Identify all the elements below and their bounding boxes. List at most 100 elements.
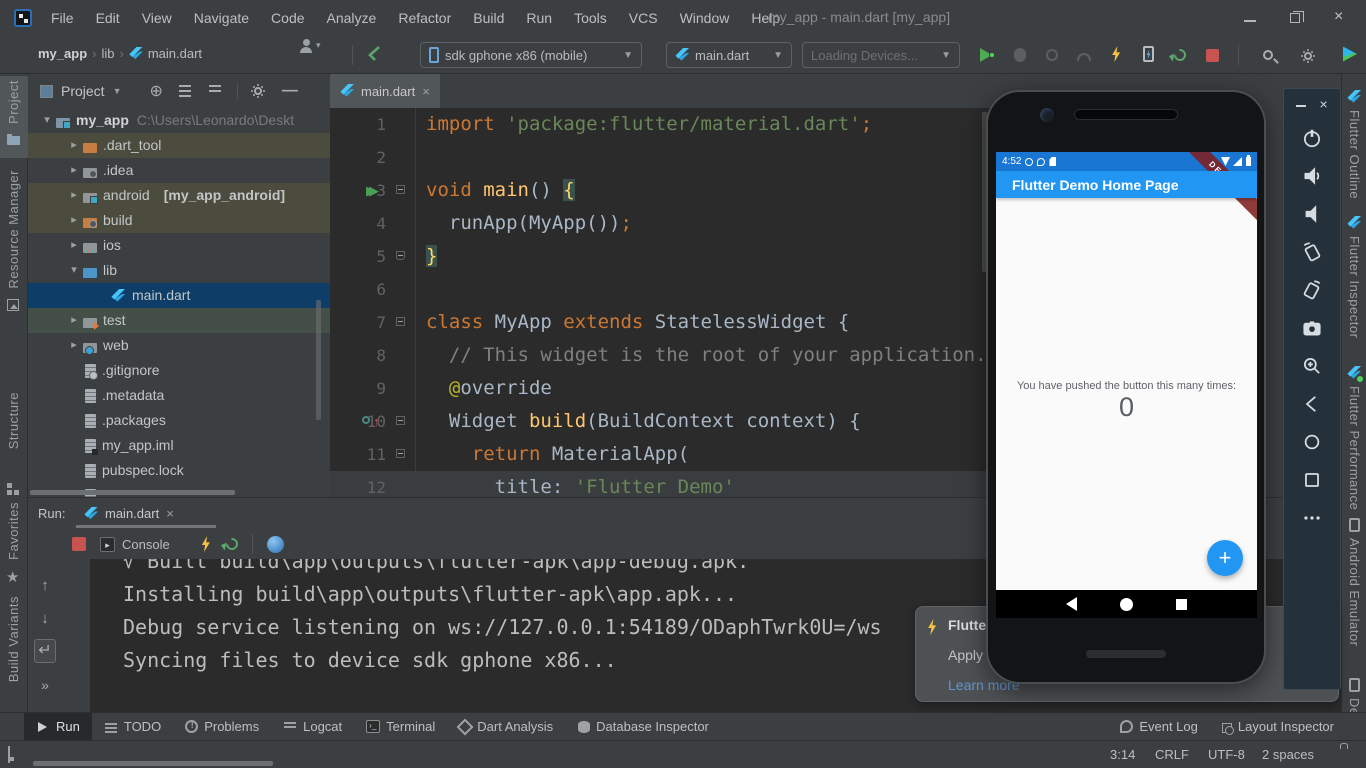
soft-wrap-icon[interactable]: ↵ <box>34 639 56 663</box>
code-line[interactable]: 2 <box>330 141 992 174</box>
tree-row[interactable]: ▸ build <box>28 208 330 233</box>
code-line[interactable]: 10↑ Widget build(BuildContext context) { <box>330 405 992 438</box>
tree-row[interactable]: ▸ .dart_tool <box>28 133 330 158</box>
code-line[interactable]: 4 runApp(MyApp()); <box>330 207 992 240</box>
menu-item[interactable]: Navigate <box>183 0 260 36</box>
tool-window-button[interactable]: Terminal <box>354 713 447 741</box>
tree-row[interactable]: ▸ test <box>28 308 330 333</box>
menu-item[interactable]: VCS <box>618 0 669 36</box>
tree-row[interactable]: ▾ my_app C:\Users\Leonardo\Deskt <box>28 108 330 133</box>
tool-stripe-favorites[interactable]: Favorites <box>6 502 21 560</box>
rerun-stop-icon[interactable] <box>72 537 86 551</box>
tool-stripe-structure[interactable]: Structure <box>6 392 21 449</box>
tool-window-toggle-icon[interactable] <box>8 746 10 763</box>
project-stripe-icon[interactable] <box>7 136 20 145</box>
coverage-button[interactable] <box>1076 49 1092 65</box>
indent-setting[interactable]: 2 spaces <box>1262 747 1314 762</box>
menu-item[interactable]: Window <box>669 0 741 36</box>
menu-item[interactable]: View <box>131 0 183 36</box>
emulator-close-icon[interactable]: × <box>1320 96 1328 112</box>
emulator-volume-down-button[interactable] <box>1292 195 1332 233</box>
device-selector[interactable]: sdk gphone x86 (mobile) ▼ <box>420 42 642 68</box>
search-everywhere-button[interactable] <box>1260 47 1276 63</box>
tool-stripe-flutter-performance[interactable]: Flutter Performance <box>1347 386 1362 510</box>
tool-stripe-build-variants[interactable]: Build Variants <box>6 596 21 682</box>
tree-row[interactable]: .metadata <box>28 383 330 408</box>
restore-icon[interactable] <box>1290 13 1300 23</box>
emulator-more-button[interactable] <box>1292 499 1332 537</box>
code-line[interactable]: 1import 'package:flutter/material.dart'; <box>330 108 992 141</box>
fold-marker-icon[interactable] <box>396 317 405 326</box>
emulator-overview-button[interactable] <box>1292 461 1332 499</box>
structure-icon[interactable] <box>7 483 19 495</box>
menu-item[interactable]: Run <box>515 0 563 36</box>
breadcrumb-file[interactable]: main.dart <box>148 46 202 61</box>
emulator-power-button[interactable] <box>1292 119 1332 157</box>
tree-row[interactable]: .gitignore <box>28 358 330 383</box>
tab-close-icon[interactable]: × <box>166 506 174 521</box>
tool-window-button[interactable]: Layout Inspector <box>1210 713 1346 741</box>
menu-item[interactable]: Tools <box>563 0 618 36</box>
chevron-down-icon[interactable]: ▼ <box>113 86 122 96</box>
menu-item[interactable]: File <box>40 0 85 36</box>
emulator-rotate-right-button[interactable] <box>1292 271 1332 309</box>
code-line[interactable]: 8 // This widget is the root of your app… <box>330 339 992 372</box>
hot-reload-icon[interactable] <box>200 536 212 552</box>
emulator-minimize-icon[interactable] <box>1296 101 1306 107</box>
tree-expand-arrow[interactable]: ▸ <box>65 183 83 208</box>
emulator-screenshot-button[interactable] <box>1292 309 1332 347</box>
tool-window-button[interactable]: TODO <box>92 713 173 741</box>
overrides-gutter-icon[interactable]: ↑ <box>360 413 386 429</box>
nav-back-button[interactable] <box>1066 597 1077 611</box>
devices-loading-selector[interactable]: Loading Devices... ▼ <box>802 42 960 68</box>
hot-restart-button[interactable] <box>1140 46 1156 62</box>
run-gutter-icon[interactable]: ▶▶ <box>366 174 396 207</box>
device-manager-button[interactable] <box>1342 46 1358 62</box>
tree-row[interactable]: main.dart <box>28 283 330 308</box>
vcs-users-button[interactable]: ▾ <box>300 38 321 53</box>
emulator-home-button[interactable] <box>1292 423 1332 461</box>
locate-file-icon[interactable]: ⊕ <box>150 81 163 101</box>
tool-window-button[interactable]: Event Log <box>1108 713 1210 741</box>
project-horizontal-scrollbar[interactable] <box>30 490 235 495</box>
tool-stripe-resource-manager[interactable]: Resource Manager <box>6 170 21 289</box>
nav-overview-button[interactable] <box>1176 599 1187 610</box>
tool-stripe-android-emulator[interactable]: Android Emulator <box>1347 538 1362 646</box>
run-config-selector[interactable]: main.dart ▼ <box>666 42 792 68</box>
tree-expand-arrow[interactable]: ▾ <box>65 258 83 283</box>
debug-button[interactable] <box>1012 47 1028 63</box>
hide-panel-icon[interactable]: — <box>282 82 298 100</box>
menu-item[interactable]: Build <box>462 0 515 36</box>
console-horizontal-scrollbar[interactable] <box>33 761 273 766</box>
scroll-down-icon[interactable]: ↓ <box>41 610 49 627</box>
close-icon[interactable]: × <box>1334 12 1346 24</box>
profile-button[interactable] <box>1044 47 1060 63</box>
hot-restart-icon[interactable] <box>223 536 240 553</box>
code-line[interactable]: 5} <box>330 240 992 273</box>
tree-expand-arrow[interactable]: ▸ <box>65 133 83 158</box>
attach-debugger-button[interactable] <box>1172 47 1188 63</box>
caret-position[interactable]: 3:14 <box>1110 747 1135 762</box>
tool-window-button[interactable]: Logcat <box>271 713 354 741</box>
code-line[interactable]: 7class MyApp extends StatelessWidget { <box>330 306 992 339</box>
run-button[interactable] <box>978 47 994 63</box>
tree-row[interactable]: .packages <box>28 408 330 433</box>
tool-window-button[interactable]: Problems <box>173 713 271 741</box>
flutter-attach-icon[interactable] <box>366 45 382 63</box>
tree-row[interactable]: my_app.iml <box>28 433 330 458</box>
tree-row[interactable]: ▸ .idea <box>28 158 330 183</box>
favorites-star-icon[interactable]: ★ <box>6 568 19 586</box>
file-encoding[interactable]: UTF-8 <box>1208 747 1245 762</box>
code-line[interactable]: 12 title: 'Flutter Demo' <box>330 471 992 497</box>
emulator-screen[interactable]: 4:52 DEBUG Flutter Demo Home Page You ha… <box>996 152 1257 618</box>
tool-window-button[interactable]: Dart Analysis <box>447 713 565 741</box>
menu-item[interactable]: Refactor <box>387 0 462 36</box>
collapse-all-icon[interactable] <box>209 90 221 92</box>
fold-marker-icon[interactable] <box>396 416 405 425</box>
code-line[interactable]: 3▶▶void main() { <box>330 174 992 207</box>
tree-row[interactable]: pubspec.lock <box>28 458 330 483</box>
scroll-up-icon[interactable]: ↑ <box>41 577 49 594</box>
tool-window-button[interactable]: Run <box>24 713 92 741</box>
dart-devtools-icon[interactable] <box>267 536 284 553</box>
nav-home-button[interactable] <box>1120 598 1133 611</box>
